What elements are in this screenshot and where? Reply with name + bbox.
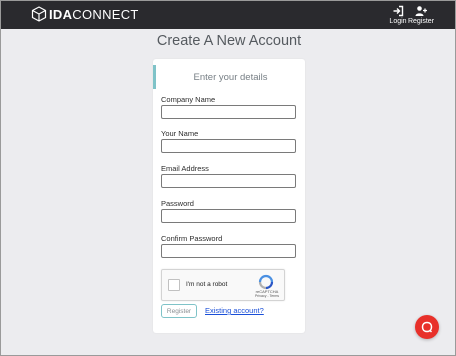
register-button[interactable]: Register: [161, 304, 197, 318]
email-label: Email Address: [161, 164, 209, 173]
top-navbar: IDA CONNECT Login Register: [1, 1, 455, 29]
recaptcha-checkbox[interactable]: [168, 279, 180, 291]
email-input[interactable]: [161, 174, 296, 188]
nav-register[interactable]: Register: [407, 5, 435, 25]
your-name-input[interactable]: [161, 139, 296, 153]
chat-help-icon: [421, 321, 433, 333]
login-icon: [393, 5, 404, 17]
your-name-label: Your Name: [161, 129, 199, 138]
logo[interactable]: IDA CONNECT: [31, 6, 139, 22]
cube-logo-icon: [31, 6, 47, 22]
form-heading: Enter your details: [153, 65, 305, 89]
registration-card: Enter your details Company Name Your Nam…: [153, 59, 305, 333]
confirm-password-input[interactable]: [161, 244, 296, 258]
password-input[interactable]: [161, 209, 296, 223]
recaptcha-links[interactable]: Privacy - Terms: [252, 294, 282, 298]
chat-help-button[interactable]: [415, 315, 439, 339]
logo-text-light: CONNECT: [72, 6, 139, 22]
recaptcha-widget: I'm not a robot reCAPTCHA Privacy - Term…: [161, 269, 285, 301]
nav-login-label: Login: [389, 18, 407, 25]
logo-text-bold: IDA: [49, 6, 73, 22]
company-name-label: Company Name: [161, 95, 216, 104]
nav-register-label: Register: [407, 18, 435, 25]
add-user-icon: [415, 6, 427, 16]
page-title: Create A New Account: [156, 33, 302, 49]
recaptcha-label: I'm not a robot: [186, 281, 228, 288]
password-label: Password: [161, 199, 194, 208]
company-name-input[interactable]: [161, 105, 296, 119]
confirm-password-label: Confirm Password: [161, 234, 223, 243]
recaptcha-icon: [258, 274, 274, 290]
existing-account-link[interactable]: Existing account?: [205, 306, 264, 315]
